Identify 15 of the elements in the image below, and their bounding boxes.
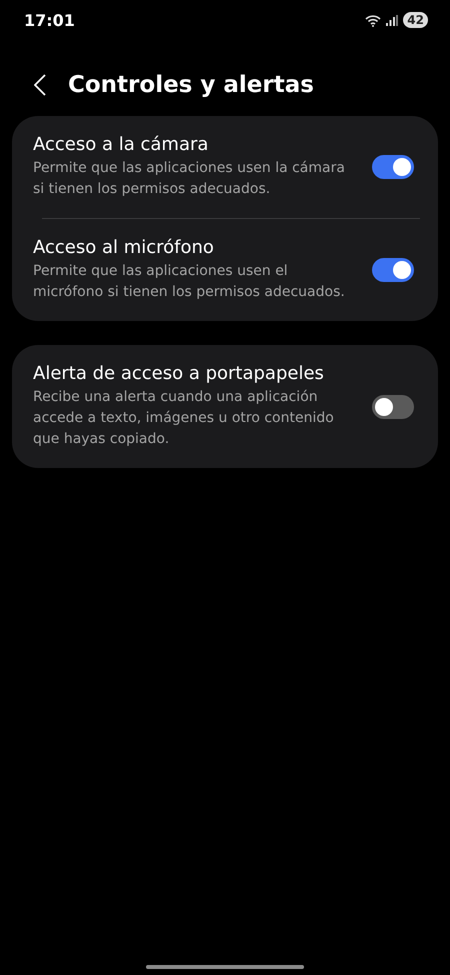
toggle-switch[interactable] [372,155,414,179]
wifi-icon [365,14,382,26]
setting-description: Permite que las aplicaciones usen el micrófono si tienen los permisos adecuados. [33,262,346,302]
setting-title: Acceso al micrófono [33,237,215,258]
setting-title: Acceso a la cámara [33,134,210,155]
setting-title: Alerta de acceso a portapapeles [33,363,325,384]
setting-description: Permite que las aplicaciones usen la cámara si tienen los permisos adecuados. [33,159,346,199]
back-button[interactable] [32,72,48,98]
signal-icon [386,14,398,26]
status-time: 17:01 [24,10,75,30]
toggle-switch[interactable] [372,258,414,282]
setting-description: Recibe una alerta cuando una aplicación accede a texto, imágenes u otro contenido que hayas copiado. [33,388,335,449]
page-title: Controles y alertas [68,72,314,98]
battery-level: 42 [403,12,428,28]
toggle-switch[interactable] [372,394,414,418]
